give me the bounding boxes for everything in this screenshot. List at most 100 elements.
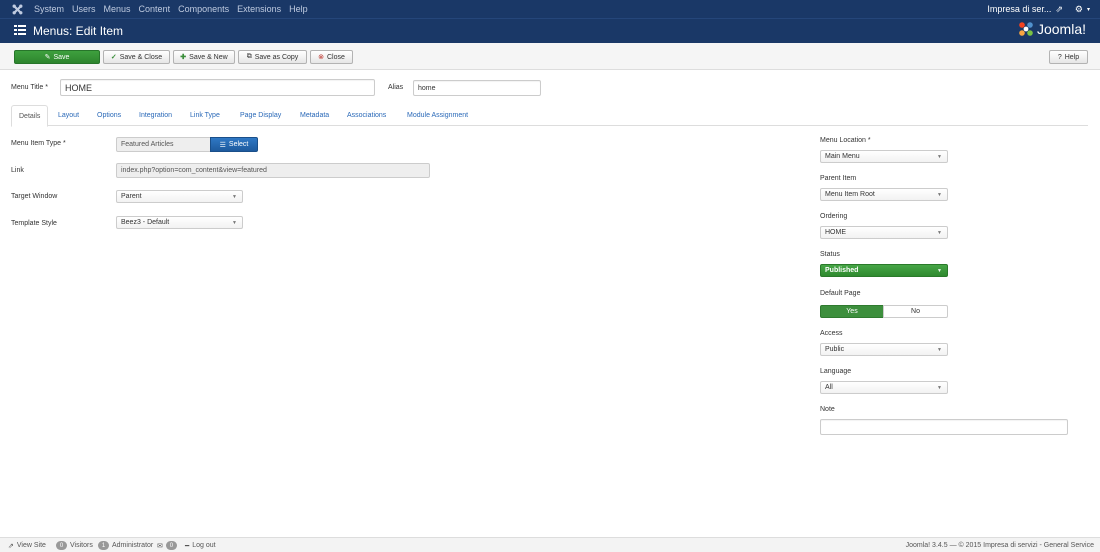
joomla-brand-icon [1019, 22, 1033, 36]
status-label: Status [820, 251, 840, 258]
status-select[interactable]: Published ▼ [820, 264, 948, 277]
toolbar: ✎ Save ✓ Save & Close ✚ Save & New ⧉ Save as… [0, 43, 1100, 70]
plus-icon: ✚ [180, 54, 187, 61]
access-select[interactable]: Public ▼ [820, 343, 948, 356]
dropdown-arrow-icon: ▼ [937, 154, 942, 160]
access-value: Public [825, 346, 845, 353]
chevron-down-icon[interactable]: ▾ [1087, 6, 1090, 13]
save-new-button[interactable]: ✚ Save & New [173, 50, 235, 64]
default-page-label: Default Page [820, 290, 861, 297]
tab-associations[interactable]: Associations [347, 105, 386, 126]
check-icon: ✓ [110, 54, 117, 61]
dropdown-arrow-icon: ▼ [937, 385, 942, 391]
menu-location-value: Main Menu [825, 153, 860, 160]
dropdown-arrow-icon: ▼ [937, 347, 942, 353]
select-button-label: Select [228, 141, 249, 148]
menu-list-icon [14, 25, 26, 37]
parent-item-select[interactable]: Menu Item Root ▼ [820, 188, 948, 201]
menu-location-label: Menu Location * [820, 137, 871, 144]
tab-link-type[interactable]: Link Type [190, 105, 220, 126]
gear-icon[interactable]: ⚙ [1075, 4, 1083, 15]
save-new-label: Save & New [189, 53, 228, 61]
menu-title-label: Menu Title * [11, 84, 48, 91]
default-page-yes[interactable]: Yes [820, 305, 884, 318]
default-page-no[interactable]: No [883, 305, 948, 318]
logout-link[interactable]: ━ Log out [185, 538, 216, 552]
nav-menus[interactable]: Menus [104, 4, 131, 14]
ordering-value: HOME [825, 229, 846, 236]
nav-help[interactable]: Help [289, 4, 308, 14]
language-value: All [825, 384, 833, 391]
close-icon: ⊗ [318, 54, 324, 61]
visitors-label: Visitors [70, 542, 93, 549]
tab-options[interactable]: Options [97, 105, 121, 126]
list-icon: ☰ [219, 141, 226, 149]
status-footer: ⇗ View Site 0 Visitors 1 Administrator ✉ 0 ━… [0, 537, 1100, 552]
tab-module-assignment[interactable]: Module Assignment [407, 105, 468, 126]
dropdown-arrow-icon: ▼ [232, 220, 237, 226]
nav-content[interactable]: Content [139, 4, 171, 14]
note-label: Note [820, 406, 835, 413]
save-label: Save [53, 53, 70, 61]
admin-count-badge: 1 [98, 541, 109, 550]
save-button[interactable]: ✎ Save [14, 50, 100, 64]
status-value: Published [825, 267, 859, 274]
nav-users[interactable]: Users [72, 4, 96, 14]
save-copy-button[interactable]: ⧉ Save as Copy [238, 50, 307, 64]
site-name-link[interactable]: Impresa di ser... [987, 4, 1051, 14]
edit-icon: ✎ [44, 54, 51, 61]
view-site-link[interactable]: ⇗ View Site [8, 538, 46, 552]
page-header: Menus: Edit Item Joomla! [0, 18, 1100, 43]
help-label: Help [1064, 53, 1080, 61]
ordering-label: Ordering [820, 213, 848, 220]
nav-components[interactable]: Components [178, 4, 229, 14]
question-icon: ? [1057, 53, 1062, 61]
template-style-select[interactable]: Beez3 - Default ▼ [116, 216, 243, 229]
template-style-value: Beez3 - Default [121, 219, 170, 226]
tab-metadata[interactable]: Metadata [300, 105, 329, 126]
nav-system[interactable]: System [34, 4, 64, 14]
view-site-label: View Site [16, 542, 46, 549]
messages-indicator[interactable]: ✉ 0 [157, 538, 177, 552]
tab-page-display[interactable]: Page Display [240, 105, 281, 126]
administrator-label: Administrator [112, 542, 154, 549]
joomla-brand-text: Joomla! [1036, 21, 1086, 37]
menu-title-input[interactable]: HOME [60, 79, 375, 96]
note-input[interactable] [820, 419, 1068, 435]
link-label: Link [11, 167, 24, 174]
select-type-button[interactable]: ☰ Select [210, 137, 258, 152]
page-title: Menus: Edit Item [33, 24, 124, 38]
target-window-value: Parent [121, 193, 142, 200]
tab-integration[interactable]: Integration [139, 105, 172, 126]
nav-extensions[interactable]: Extensions [237, 4, 281, 14]
menu-location-select[interactable]: Main Menu ▼ [820, 150, 948, 163]
help-button[interactable]: ? Help [1049, 50, 1088, 64]
dropdown-arrow-icon: ▼ [937, 192, 942, 198]
top-navbar: System Users Menus Content Components Ex… [0, 0, 1100, 18]
joomla-logo-icon[interactable] [0, 4, 34, 15]
copy-icon: ⧉ [246, 53, 252, 60]
template-style-label: Template Style [11, 220, 57, 227]
tab-layout[interactable]: Layout [58, 105, 79, 126]
dropdown-arrow-icon: ▼ [232, 194, 237, 200]
visitors-indicator[interactable]: 0 Visitors [56, 538, 93, 552]
parent-item-value: Menu Item Root [825, 191, 875, 198]
save-close-button[interactable]: ✓ Save & Close [103, 50, 170, 64]
save-close-label: Save & Close [119, 53, 163, 61]
language-select[interactable]: All ▼ [820, 381, 948, 394]
menu-item-type-value: Featured Articles [116, 137, 211, 152]
tab-details[interactable]: Details [11, 105, 49, 127]
parent-item-label: Parent Item [820, 175, 857, 182]
alias-input[interactable]: home [413, 80, 541, 96]
close-button[interactable]: ⊗ Close [310, 50, 353, 64]
tab-bar: Details Layout Options Integration Link … [11, 105, 1088, 127]
close-label: Close [326, 53, 345, 61]
save-copy-label: Save as Copy [254, 53, 299, 61]
dropdown-arrow-icon: ▼ [937, 230, 942, 236]
target-window-select[interactable]: Parent ▼ [116, 190, 243, 203]
admin-indicator[interactable]: 1 Administrator [98, 538, 153, 552]
language-label: Language [820, 368, 852, 375]
ordering-select[interactable]: HOME ▼ [820, 226, 948, 239]
joomla-brand: Joomla! [1018, 21, 1086, 37]
external-link-icon[interactable]: ⇗ [1055, 4, 1063, 15]
